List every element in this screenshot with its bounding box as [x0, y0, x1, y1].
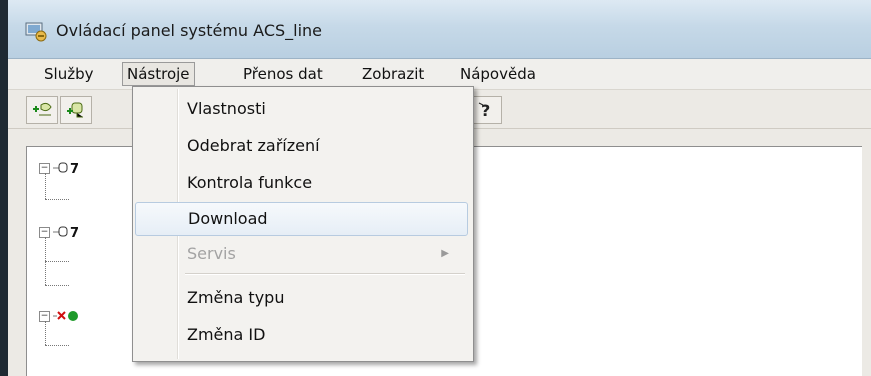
submenu-arrow-icon: ▶	[441, 248, 449, 259]
menu-item-odebrat-zarizeni[interactable]: Odebrat zařízení	[135, 130, 469, 162]
application-window: Ovládací panel systému ACS_line Služby N…	[8, 0, 871, 376]
key-device-icon: 7	[53, 226, 79, 239]
menu-sluzby[interactable]: Služby	[40, 63, 97, 85]
help-icon: ?	[478, 101, 490, 120]
tree-line	[45, 261, 69, 262]
menu-item-label: Odebrat zařízení	[187, 136, 320, 155]
device-connect-icon	[67, 102, 83, 118]
window-title: Ovládací panel systému ACS_line	[56, 21, 323, 40]
tree-line	[45, 173, 46, 199]
menu-item-label: Změna ID	[187, 325, 266, 344]
tree-line	[45, 199, 69, 200]
menu-item-download[interactable]: Download	[135, 202, 468, 236]
menu-item-zmena-id[interactable]: Změna ID	[135, 319, 469, 351]
help-button[interactable]: ?	[470, 96, 502, 124]
svg-text:7: 7	[70, 226, 79, 239]
title-bar[interactable]: Ovládací panel systému ACS_line	[8, 0, 871, 59]
menu-prenos-dat[interactable]: Přenos dat	[239, 63, 327, 85]
menu-separator	[185, 273, 465, 275]
device-connect-button[interactable]	[60, 96, 92, 124]
menu-item-vlastnosti[interactable]: Vlastnosti	[135, 93, 469, 125]
menu-item-label: Servis	[187, 244, 236, 263]
menu-zobrazit[interactable]: Zobrazit	[358, 63, 428, 85]
tree-line	[45, 285, 69, 286]
svg-text:7: 7	[70, 162, 79, 175]
menu-nastroje[interactable]: Nástroje	[122, 62, 195, 86]
add-device-icon	[33, 102, 52, 116]
add-device-button[interactable]	[26, 96, 58, 124]
menu-item-servis: Servis ▶	[135, 238, 469, 270]
menu-napoveda[interactable]: Nápověda	[456, 63, 540, 85]
menu-item-zmena-typu[interactable]: Změna typu	[135, 282, 469, 314]
menu-item-label: Změna typu	[187, 288, 285, 307]
disconnected-device-icon	[53, 311, 78, 321]
menu-item-label: Kontrola funkce	[187, 173, 313, 192]
key-device-icon: 7	[53, 162, 79, 175]
nastroje-dropdown-menu: Vlastnosti Odebrat zařízení Kontrola fun…	[132, 86, 474, 362]
menu-item-label: Download	[188, 209, 268, 228]
tree-line	[45, 345, 69, 346]
menu-item-label: Vlastnosti	[187, 99, 266, 118]
app-icon	[24, 20, 48, 42]
tree-line	[45, 321, 46, 345]
svg-text:?: ?	[481, 101, 490, 120]
menu-item-kontrola-funkce[interactable]: Kontrola funkce	[135, 167, 469, 199]
